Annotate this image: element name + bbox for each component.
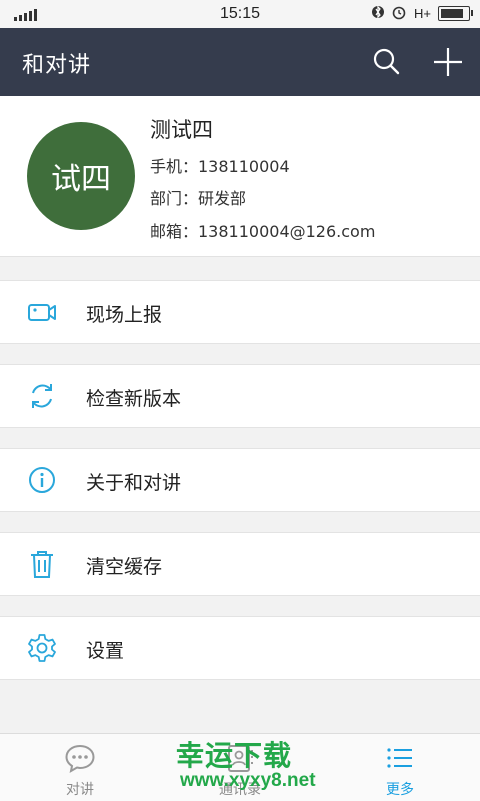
video-camera-icon — [28, 304, 56, 321]
contacts-icon — [228, 745, 253, 772]
avatar: 试四 — [27, 122, 135, 230]
menu-item-about[interactable]: 关于和对讲 — [0, 448, 480, 512]
gear-icon — [28, 634, 56, 662]
add-button[interactable] — [428, 42, 468, 82]
bottom-nav: 对讲 通讯录 更多 — [0, 733, 480, 801]
plus-icon — [434, 48, 462, 76]
tab-contacts[interactable]: 通讯录 — [160, 734, 320, 801]
menu-item-settings[interactable]: 设置 — [0, 616, 480, 680]
alarm-icon — [391, 4, 407, 23]
status-bar: 15:15 H+ — [0, 0, 480, 28]
profile-name: 测试四 — [150, 118, 213, 142]
menu-item-label: 设置 — [86, 640, 125, 662]
profile-department: 部门：研发部 — [150, 189, 247, 208]
chat-bubble-icon — [65, 744, 95, 773]
trash-icon — [31, 551, 53, 578]
search-button[interactable] — [366, 42, 406, 82]
menu-item-label: 关于和对讲 — [86, 472, 182, 494]
menu-item-label: 现场上报 — [86, 304, 163, 326]
profile-phone: 手机：138110004 — [150, 157, 290, 176]
tab-label: 通讯录 — [219, 782, 261, 798]
tab-label: 对讲 — [66, 782, 94, 798]
tab-label: 更多 — [386, 782, 414, 798]
app-bar: 和对讲 — [0, 28, 480, 96]
bluetooth-icon — [372, 4, 385, 23]
page-title: 和对讲 — [22, 53, 92, 78]
network-type: H+ — [414, 6, 431, 21]
tab-more[interactable]: 更多 — [320, 734, 480, 801]
profile-card[interactable]: 试四 测试四 手机：138110004 部门：研发部 邮箱：138110004@… — [0, 96, 480, 257]
battery-icon — [438, 6, 473, 21]
menu-item-field-report[interactable]: 现场上报 — [0, 280, 480, 344]
menu-item-label: 清空缓存 — [86, 556, 163, 578]
info-icon — [29, 467, 55, 493]
search-icon — [373, 48, 400, 75]
refresh-icon — [32, 384, 52, 408]
menu-item-clear-cache[interactable]: 清空缓存 — [0, 532, 480, 596]
profile-email: 邮箱：138110004@126.com — [150, 222, 376, 241]
list-icon — [387, 748, 412, 768]
tab-talk[interactable]: 对讲 — [0, 734, 160, 801]
menu-item-label: 检查新版本 — [86, 388, 182, 410]
menu-item-check-update[interactable]: 检查新版本 — [0, 364, 480, 428]
